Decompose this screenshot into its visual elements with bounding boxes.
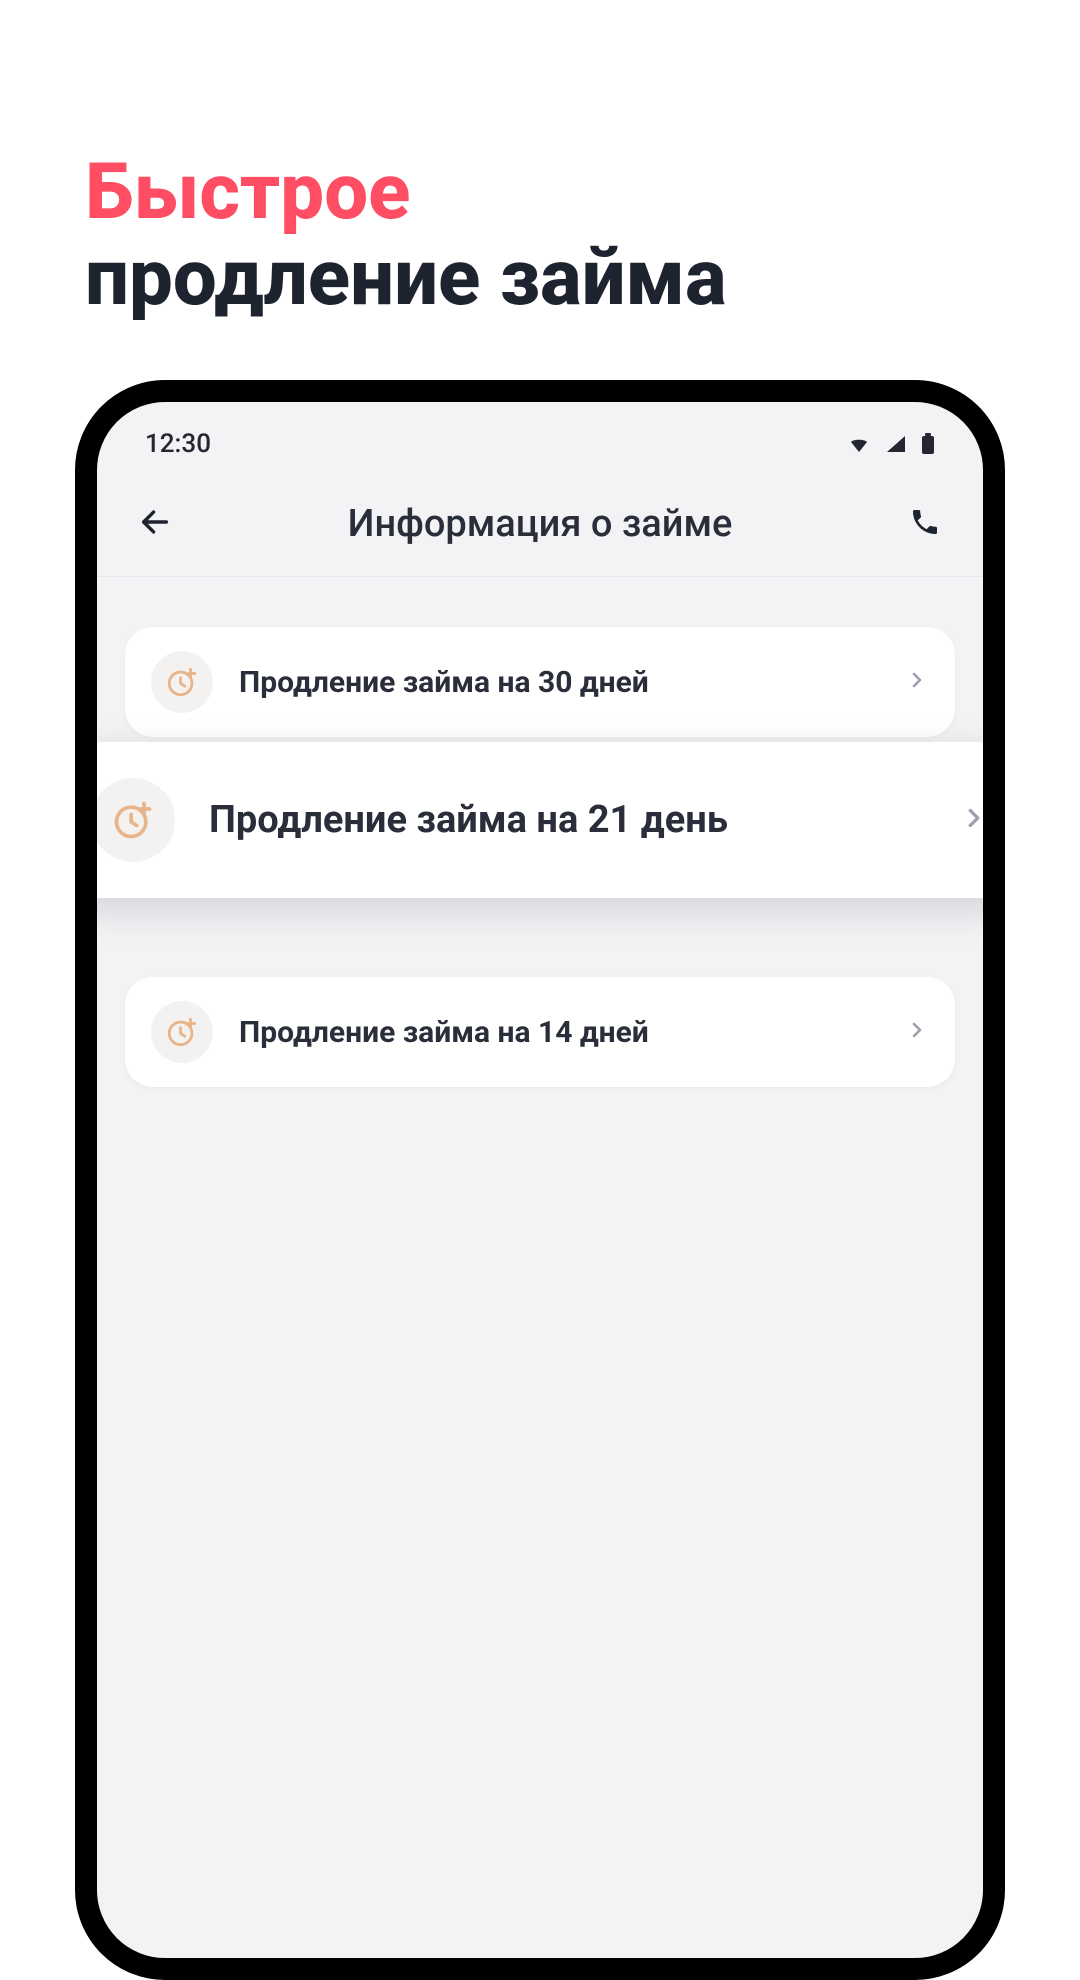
call-button[interactable]: [903, 502, 947, 546]
chevron-right-icon: [959, 803, 989, 837]
chevron-right-icon: [905, 668, 929, 696]
option-label: Продление займа на 30 дней: [239, 665, 905, 700]
extension-option-14-days[interactable]: Продление займа на 14 дней: [125, 977, 955, 1087]
promo-line-1: Быстрое: [85, 150, 1020, 236]
status-bar: 12:30: [97, 402, 983, 474]
extension-option-30-days[interactable]: Продление займа на 30 дней: [125, 627, 955, 737]
arrow-left-icon: [138, 505, 172, 543]
phone-icon: [909, 506, 941, 542]
phone-mockup-frame: 12:30 Информация о займе: [75, 380, 1005, 1980]
chevron-right-icon: [905, 1018, 929, 1046]
clock-plus-icon: [91, 778, 175, 862]
status-time: 12:30: [145, 429, 211, 459]
option-label: Продление займа на 21 день: [209, 798, 959, 842]
status-icons: [847, 433, 935, 455]
option-label: Продление займа на 14 дней: [239, 1015, 905, 1050]
clock-plus-icon: [151, 1001, 213, 1063]
app-header: Информация о займе: [97, 474, 983, 577]
promo-line-2: продление займа: [85, 236, 1020, 322]
clock-plus-icon: [151, 651, 213, 713]
battery-icon: [921, 433, 935, 455]
signal-icon: [885, 434, 907, 454]
options-list: Продление займа на 30 дней Продление зай…: [97, 577, 983, 1087]
promo-heading: Быстрое продление займа: [85, 150, 1020, 322]
wifi-icon: [847, 434, 871, 454]
extension-option-21-days[interactable]: Продление займа на 21 день: [75, 742, 1005, 898]
page-title: Информация о займе: [177, 502, 903, 546]
back-button[interactable]: [133, 502, 177, 546]
